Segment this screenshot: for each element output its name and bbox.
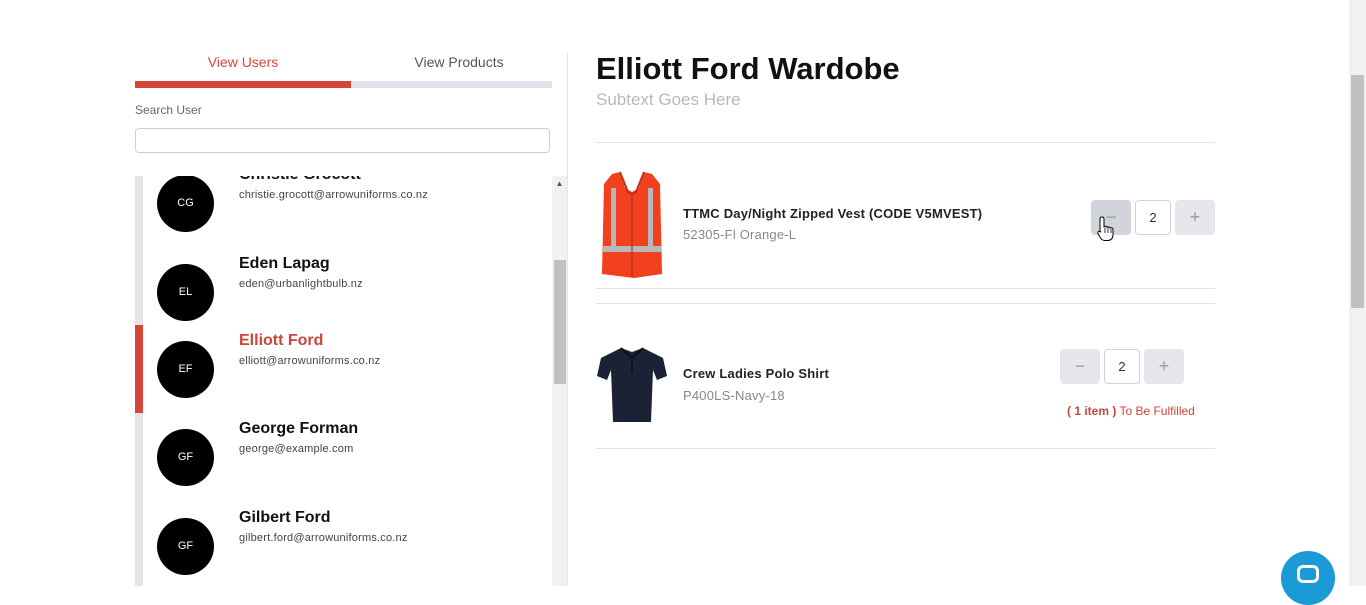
user-email: gilbert.ford@arrowuniforms.co.nz	[239, 532, 408, 544]
avatar: CG	[157, 176, 214, 232]
product-name: Crew Ladies Polo Shirt	[683, 366, 829, 381]
hand-pointer-icon	[1097, 216, 1114, 241]
user-email: eden@urbanlightbulb.nz	[239, 278, 363, 290]
search-user-input[interactable]	[135, 128, 550, 153]
divider	[596, 303, 1215, 304]
user-name: Eden Lapag	[239, 255, 330, 272]
user-list: CG Christie Grocott christie.grocott@arr…	[135, 176, 567, 586]
fulfilment-text: To Be Fulfilled	[1116, 404, 1195, 418]
window-scrollbar[interactable]	[1349, 0, 1366, 586]
tab-view-users[interactable]: View Users	[135, 52, 351, 81]
vest-image	[602, 171, 662, 278]
divider	[596, 142, 1215, 143]
user-email: elliott@arrowuniforms.co.nz	[239, 355, 381, 367]
page-title: Elliott Ford Wardobe	[596, 51, 900, 86]
fulfilment-status: ( 1 item ) To Be Fulfilled	[1067, 404, 1195, 418]
active-user-indicator	[135, 325, 143, 413]
product-sku: 52305-Fl Orange-L	[683, 227, 797, 242]
chat-icon	[1297, 565, 1319, 583]
fulfilment-count: ( 1 item )	[1067, 404, 1117, 418]
decrease-quantity-button[interactable]: −	[1060, 349, 1100, 384]
avatar: GF	[157, 429, 214, 486]
scroll-up-arrow-icon[interactable]: ▲	[552, 178, 567, 190]
user-name: George Forman	[239, 420, 359, 437]
user-product-tabs: View Users View Products	[135, 52, 568, 88]
user-item-christie-grocott[interactable]: CG Christie Grocott christie.grocott@arr…	[135, 176, 550, 247]
tab-active-indicator	[135, 81, 351, 88]
window-scroll-thumb[interactable]	[1351, 75, 1364, 308]
divider	[596, 448, 1215, 449]
product-sku: P400LS-Navy-18	[683, 388, 785, 403]
user-item-george-forman[interactable]: GF George Forman george@example.com	[135, 413, 550, 501]
user-item-elliott-ford[interactable]: EF Elliott Ford elliott@arrowuniforms.co…	[135, 325, 550, 413]
quantity-field[interactable]: 2	[1104, 349, 1140, 384]
quantity-field[interactable]: 2	[1135, 200, 1171, 235]
increase-quantity-button[interactable]: +	[1144, 349, 1184, 384]
user-name: Gilbert Ford	[239, 509, 331, 526]
user-email: george@example.com	[239, 443, 354, 455]
product-name: TTMC Day/Night Zipped Vest (CODE V5MVEST…	[683, 206, 983, 221]
increase-quantity-button[interactable]: +	[1175, 200, 1215, 235]
divider	[596, 288, 1215, 289]
user-list-scrollbar[interactable]: ▲	[552, 176, 567, 586]
panel-divider	[567, 52, 568, 586]
user-name: Elliott Ford	[239, 332, 324, 349]
avatar: EF	[157, 341, 214, 398]
avatar: GF	[157, 518, 214, 575]
user-list-scroll-thumb[interactable]	[554, 260, 566, 384]
page-subtitle: Subtext Goes Here	[596, 90, 741, 109]
polo-shirt-image	[597, 347, 667, 422]
tab-view-products[interactable]: View Products	[351, 52, 567, 81]
avatar: EL	[157, 264, 214, 321]
search-user-label: Search User	[135, 103, 202, 117]
user-item-eden-lapag[interactable]: EL Eden Lapag eden@urbanlightbulb.nz	[135, 248, 550, 336]
chat-launcher-button[interactable]	[1281, 551, 1335, 605]
user-item-gilbert-ford[interactable]: GF Gilbert Ford gilbert.ford@arrowunifor…	[135, 502, 550, 586]
tab-indicator-track	[351, 81, 552, 88]
user-email: christie.grocott@arrowuniforms.co.nz	[239, 189, 428, 201]
user-name: Christie Grocott	[239, 176, 361, 184]
